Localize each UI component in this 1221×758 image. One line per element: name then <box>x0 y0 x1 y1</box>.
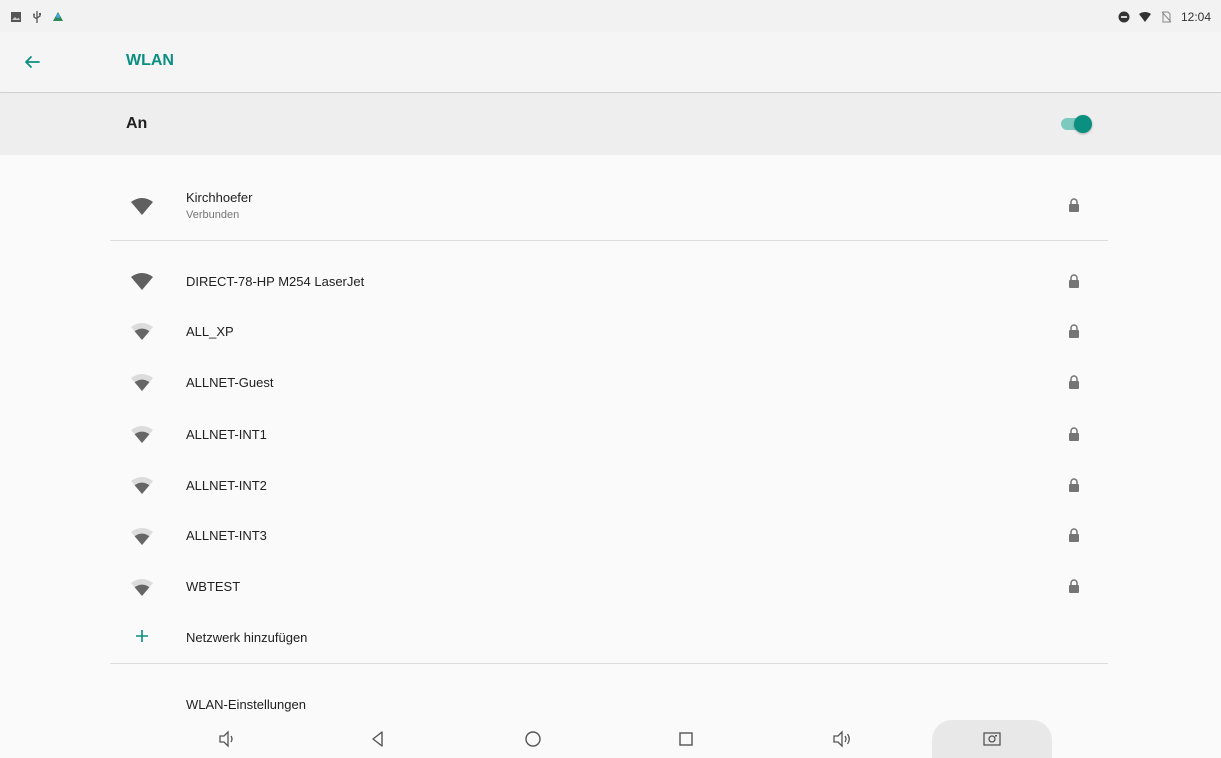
home-button[interactable] <box>513 720 553 758</box>
add-network-label: Netzwerk hinzufügen <box>186 630 308 645</box>
wifi-signal-full-icon <box>131 273 153 290</box>
wlan-settings-item[interactable]: WLAN-Einstellungen <box>110 680 1108 720</box>
screenshot-button[interactable] <box>932 720 1052 758</box>
app-bar: WLAN <box>0 32 1221 93</box>
home-circle-icon <box>525 731 541 747</box>
status-bar: 12:04 <box>0 0 1221 32</box>
no-sim-icon <box>1161 11 1172 23</box>
wifi-signal-medium-icon <box>131 579 153 596</box>
volume-up-icon <box>833 730 850 748</box>
lock-icon <box>1069 375 1079 389</box>
navigation-bar <box>0 720 1221 758</box>
network-item[interactable]: ALLNET-INT3 <box>110 510 1108 558</box>
wifi-signal-full-icon <box>131 198 153 215</box>
network-item[interactable]: Kirchhoefer Verbunden <box>110 180 1108 238</box>
toggle-thumb <box>1074 115 1092 133</box>
lock-icon <box>1069 579 1079 593</box>
network-status: Verbunden <box>186 209 240 221</box>
network-name: WBTEST <box>186 579 241 594</box>
network-name: DIRECT-78-HP M254 LaserJet <box>186 274 365 289</box>
lock-icon <box>1069 324 1079 338</box>
network-item[interactable]: ALLNET-Guest <box>110 357 1108 405</box>
network-item[interactable]: WBTEST <box>110 561 1108 609</box>
do-not-disturb-icon <box>1118 11 1130 23</box>
network-name: ALLNET-Guest <box>186 375 274 390</box>
network-name: ALL_XP <box>186 324 234 339</box>
recents-square-icon <box>679 732 693 746</box>
network-item[interactable]: ALLNET-INT1 <box>110 409 1108 457</box>
network-item[interactable]: DIRECT-78-HP M254 LaserJet <box>110 257 1108 305</box>
usb-icon <box>33 11 41 23</box>
wifi-signal-medium-icon <box>131 323 153 340</box>
wlan-toggle[interactable] <box>1058 114 1092 134</box>
lock-icon <box>1069 478 1079 492</box>
network-item[interactable]: ALLNET-INT2 <box>110 460 1108 508</box>
volume-up-button[interactable] <box>822 720 862 758</box>
list-divider <box>110 240 1108 241</box>
network-name: ALLNET-INT1 <box>186 427 267 442</box>
wifi-signal-medium-icon <box>131 477 153 494</box>
lock-icon <box>1069 427 1079 441</box>
wifi-signal-medium-icon <box>131 374 153 391</box>
master-switch-label: An <box>126 115 148 132</box>
lock-icon <box>1069 198 1079 212</box>
app-notification-icon <box>53 12 63 21</box>
back-button[interactable] <box>358 720 398 758</box>
status-time: 12:04 <box>1180 10 1211 24</box>
lock-icon <box>1069 274 1079 288</box>
volume-down-button[interactable] <box>208 720 248 758</box>
screenshot-icon <box>983 732 1001 746</box>
wifi-signal-medium-icon <box>131 528 153 545</box>
add-network-item[interactable]: Netzwerk hinzufügen <box>110 612 1108 660</box>
wlan-settings-label: WLAN-Einstellungen <box>186 697 306 712</box>
network-name: Kirchhoefer <box>186 190 253 205</box>
wifi-signal-medium-icon <box>131 426 153 443</box>
back-triangle-icon <box>372 731 383 747</box>
recents-button[interactable] <box>666 720 706 758</box>
list-divider <box>110 663 1108 664</box>
network-name: ALLNET-INT2 <box>186 478 267 493</box>
lock-icon <box>1069 528 1079 542</box>
wifi-status-icon <box>1138 12 1151 22</box>
page-title: WLAN <box>126 52 174 69</box>
volume-down-icon <box>219 730 233 748</box>
network-name: ALLNET-INT3 <box>186 528 267 543</box>
network-item[interactable]: ALL_XP <box>110 307 1108 355</box>
back-arrow-icon[interactable] <box>20 50 44 74</box>
image-icon <box>11 12 21 22</box>
plus-icon <box>136 630 148 642</box>
wlan-master-switch-row[interactable]: An <box>0 94 1221 155</box>
